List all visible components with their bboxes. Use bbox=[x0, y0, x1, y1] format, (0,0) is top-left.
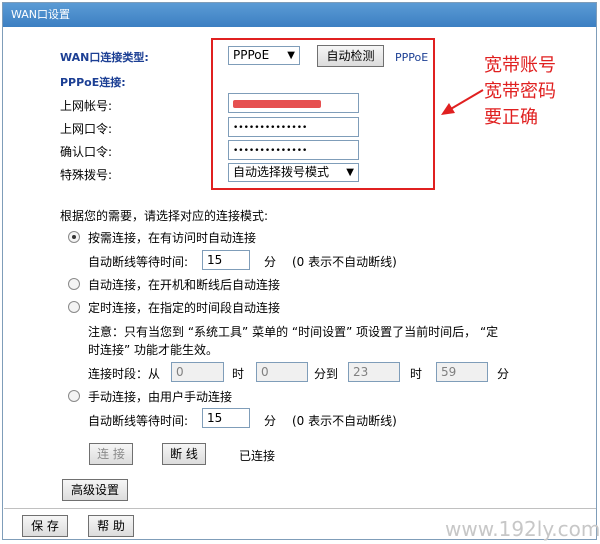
save-button[interactable]: 保 存 bbox=[22, 515, 68, 537]
idle-time-input[interactable]: 15 bbox=[202, 250, 250, 270]
account-label: 上网帐号: bbox=[60, 99, 113, 113]
manual-idle-unit: 分 bbox=[264, 414, 277, 428]
to-hour-input[interactable]: 23 bbox=[348, 362, 400, 382]
from-hour-unit: 时 bbox=[232, 367, 245, 381]
manual-idle-note: (0 表示不自动断线) bbox=[292, 414, 397, 428]
to-minute-unit: 分 bbox=[497, 367, 510, 381]
wan-settings-panel: WAN口设置 WAN口连接类型: PPPoE ▼ 自动检测 PPPoE PPPo… bbox=[2, 2, 600, 541]
highlight-box bbox=[211, 38, 435, 190]
on-demand-label: 按需连接，在有访问时自动连接 bbox=[88, 231, 257, 245]
confirm-label: 确认口令: bbox=[60, 145, 113, 159]
mode-prompt: 根据您的需要，请选择对应的连接模式: bbox=[60, 209, 269, 223]
footer-divider bbox=[4, 508, 596, 509]
password-label: 上网口令: bbox=[60, 122, 113, 136]
idle-time-unit: 分 bbox=[264, 255, 277, 269]
dial-mode-label: 特殊拨号: bbox=[60, 168, 113, 182]
annotation-line-3: 要正确 bbox=[484, 107, 538, 128]
connect-button[interactable]: 连 接 bbox=[89, 443, 133, 465]
auto-connect-label: 自动连接，在开机和断线后自动连接 bbox=[88, 278, 281, 292]
to-hour-unit: 时 bbox=[410, 367, 423, 381]
manual-idle-label: 自动断线等待时间: bbox=[88, 414, 189, 428]
wan-type-label: WAN口连接类型: bbox=[60, 51, 149, 64]
disconnect-button[interactable]: 断 线 bbox=[162, 443, 206, 465]
manual-connect-radio[interactable] bbox=[68, 390, 80, 402]
on-demand-radio[interactable] bbox=[68, 231, 80, 243]
from-hour-input[interactable]: 0 bbox=[171, 362, 224, 382]
idle-time-note: (0 表示不自动断线) bbox=[292, 255, 397, 269]
manual-connect-label: 手动连接，由用户手动连接 bbox=[88, 390, 233, 404]
manual-idle-input[interactable]: 15 bbox=[202, 408, 250, 428]
timed-connect-label: 定时连接，在指定的时间段自动连接 bbox=[88, 301, 281, 315]
connection-status: 已连接 bbox=[239, 449, 276, 463]
advanced-settings-button[interactable]: 高级设置 bbox=[62, 479, 128, 501]
auto-connect-radio[interactable] bbox=[68, 278, 80, 290]
watermark: www.192ly.com bbox=[445, 517, 600, 541]
timed-note-line-2: 时连接” 功能才能生效。 bbox=[88, 343, 219, 357]
from-minute-input[interactable]: 0 bbox=[256, 362, 308, 382]
help-button[interactable]: 帮 助 bbox=[88, 515, 134, 537]
timed-connect-radio[interactable] bbox=[68, 301, 80, 313]
to-minute-input[interactable]: 59 bbox=[436, 362, 488, 382]
arrow-left-icon bbox=[441, 89, 484, 115]
to-label: 分到 bbox=[314, 367, 339, 381]
timed-note-line-1: 注意：只有当您到 “系统工具” 菜单的 “时间设置” 项设置了当前时间后， “定 bbox=[88, 325, 499, 339]
panel-title: WAN口设置 bbox=[3, 3, 596, 27]
annotation-line-2: 宽带密码 bbox=[484, 81, 556, 102]
pppoe-section-label: PPPoE连接: bbox=[60, 76, 126, 89]
annotation-line-1: 宽带账号 bbox=[484, 55, 556, 76]
idle-time-label: 自动断线等待时间: bbox=[88, 255, 189, 269]
period-label: 连接时段：从 bbox=[88, 367, 161, 381]
